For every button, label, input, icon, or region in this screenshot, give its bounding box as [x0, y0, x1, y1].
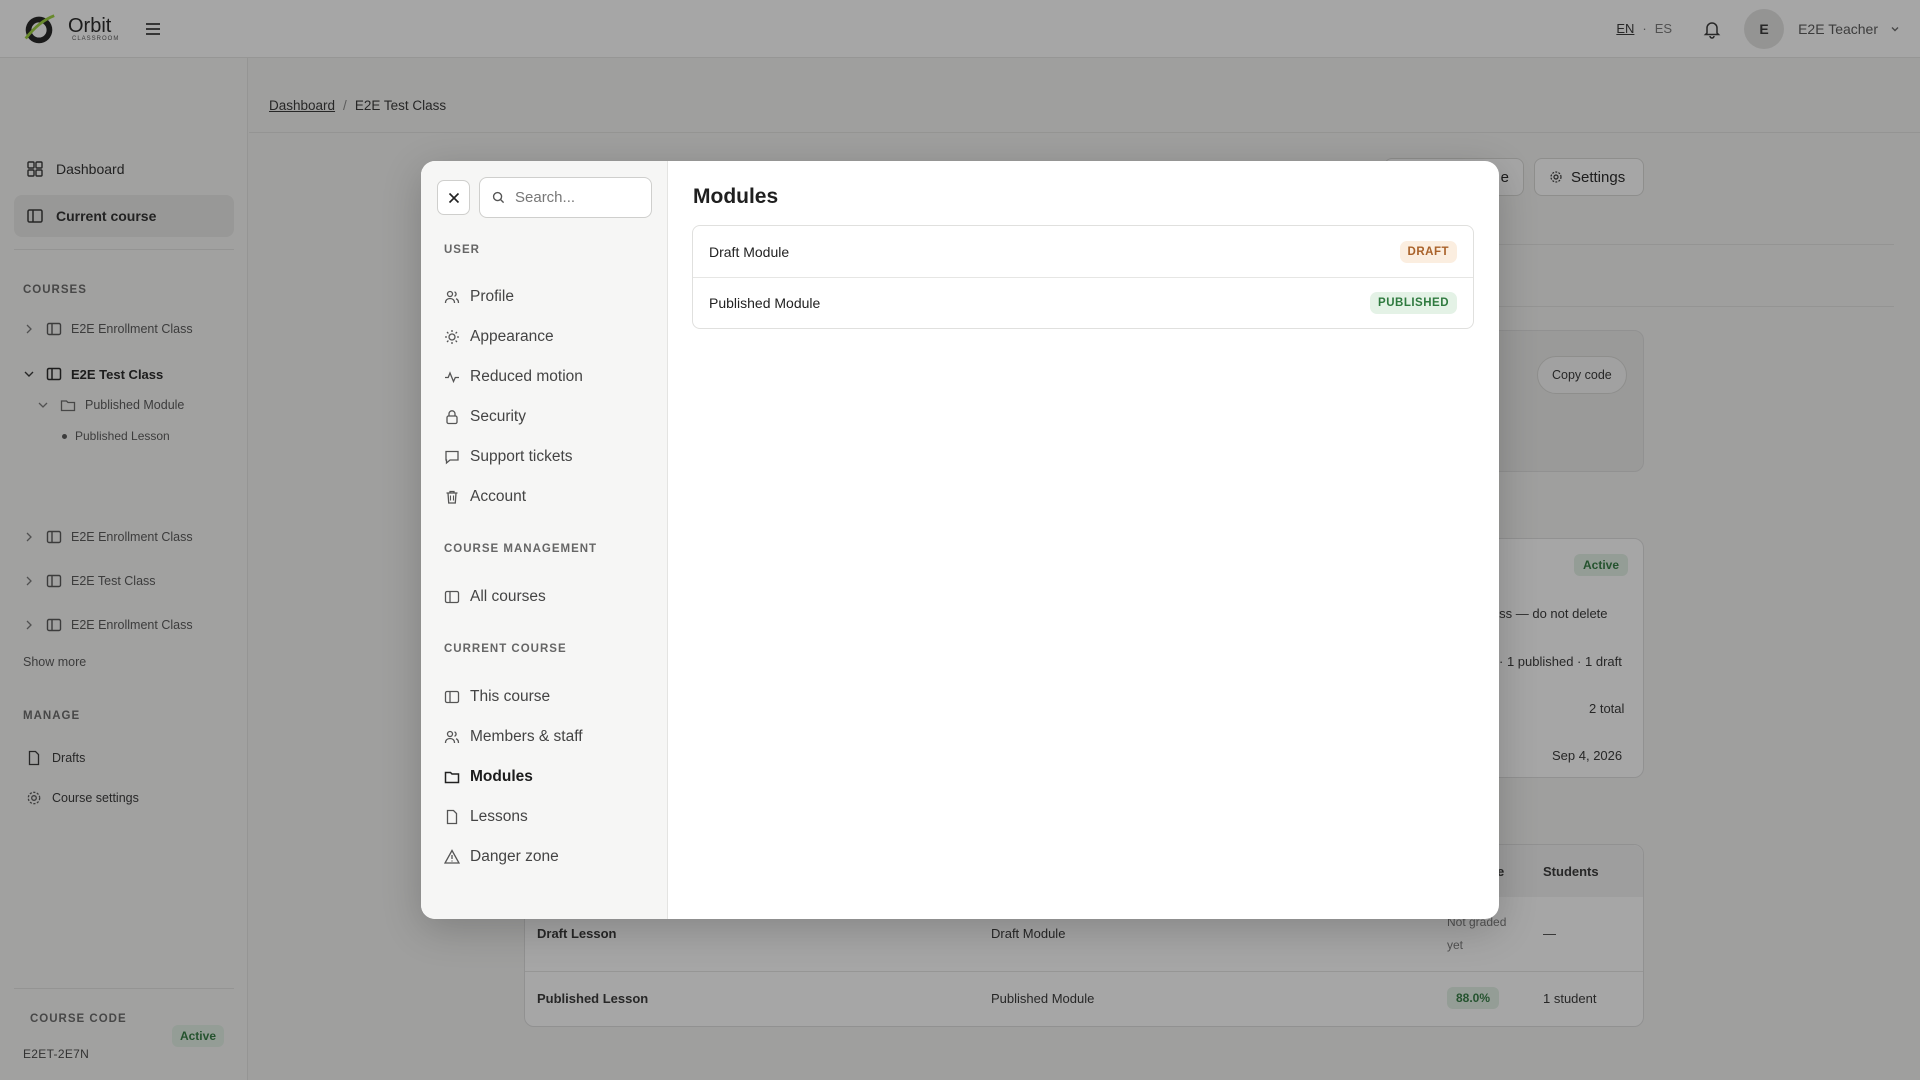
nav-item-label: Modules: [470, 768, 533, 785]
nav-item-this-course[interactable]: This course: [444, 685, 550, 709]
nav-item-label: Profile: [470, 288, 514, 305]
current-course-heading: CURRENT COURSE: [444, 643, 567, 655]
nav-item-reduced-motion[interactable]: Reduced motion: [444, 365, 583, 389]
nav-item-all-courses[interactable]: All courses: [444, 585, 546, 609]
nav-item-modules[interactable]: Modules: [444, 765, 533, 789]
trash-icon: [446, 490, 458, 504]
nav-item-label: Appearance: [470, 328, 554, 345]
modules-list: Draft Module DRAFT Published Module PUBL…: [692, 225, 1474, 329]
book-icon: [444, 690, 460, 704]
nav-item-label: Reduced motion: [470, 368, 583, 385]
modal-content: Modules Draft Module DRAFT Published Mod…: [668, 161, 1499, 919]
nav-item-label: All courses: [470, 588, 546, 605]
nav-item-profile[interactable]: Profile: [444, 285, 514, 309]
users-icon: [444, 730, 460, 744]
search-icon: [492, 191, 505, 204]
warning-icon: [444, 849, 460, 864]
sun-icon: [445, 330, 459, 344]
modal-title: Modules: [693, 185, 779, 208]
module-name: Published Module: [709, 295, 821, 311]
nav-item-appearance[interactable]: Appearance: [444, 325, 554, 349]
module-name: Draft Module: [709, 243, 790, 260]
nav-item-label: Account: [470, 488, 527, 505]
message-icon: [445, 450, 459, 465]
book-icon: [444, 590, 460, 604]
close-icon: [448, 192, 459, 203]
activity-icon: [445, 371, 459, 384]
nav-item-support-tickets[interactable]: Support tickets: [444, 445, 573, 469]
nav-item-label: Security: [470, 408, 526, 425]
settings-modal: USER Profile Appearance Reduced motion S…: [421, 161, 1499, 919]
search-box: [479, 177, 652, 218]
nav-item-security[interactable]: Security: [444, 405, 526, 429]
nav-item-lessons[interactable]: Lessons: [444, 805, 528, 829]
close-button[interactable]: [437, 180, 470, 215]
folder-icon: [444, 771, 460, 784]
user-heading: USER: [444, 244, 480, 256]
status-badge: PUBLISHED: [1370, 292, 1457, 314]
nav-item-label: Lessons: [470, 808, 528, 825]
nav-item-danger-zone[interactable]: Danger zone: [444, 845, 559, 869]
list-item[interactable]: Published Module PUBLISHED: [693, 277, 1473, 328]
nav-item-label: Members & staff: [470, 728, 583, 745]
users-icon: [444, 290, 460, 304]
list-item[interactable]: Draft Module DRAFT: [693, 226, 1473, 277]
nav-item-label: Support tickets: [470, 448, 573, 465]
nav-item-label: This course: [470, 688, 551, 705]
nav-item-account[interactable]: Account: [444, 485, 526, 509]
course-management-heading: COURSE MANAGEMENT: [444, 543, 598, 555]
lock-icon: [446, 410, 458, 425]
file-icon: [446, 809, 458, 825]
modal-nav: USER Profile Appearance Reduced motion S…: [421, 161, 668, 919]
search-input[interactable]: [515, 189, 635, 206]
nav-item-label: Danger zone: [470, 848, 559, 865]
status-badge: DRAFT: [1399, 240, 1457, 263]
nav-item-members-staff[interactable]: Members & staff: [444, 725, 583, 749]
